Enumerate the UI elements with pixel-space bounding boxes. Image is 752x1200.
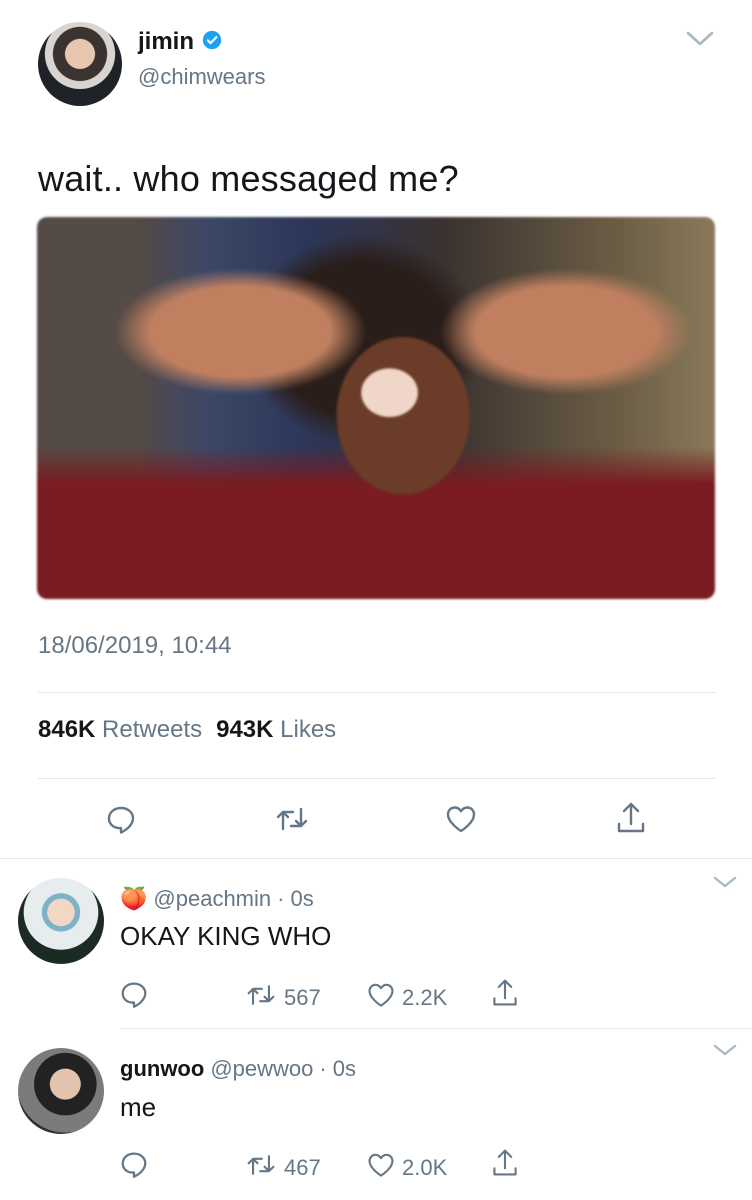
author-row: jimin xyxy=(138,28,222,56)
reply-display-name[interactable]: gunwoo xyxy=(120,1056,204,1082)
divider xyxy=(38,692,716,693)
reply-icon[interactable] xyxy=(118,1148,152,1182)
avatar[interactable] xyxy=(38,22,122,106)
reply-time[interactable]: 0s xyxy=(333,1056,356,1082)
retweet-icon xyxy=(244,980,278,1016)
share-icon[interactable] xyxy=(490,976,524,1010)
reply-icon[interactable] xyxy=(104,802,138,836)
reply-handle[interactable]: @peachmin xyxy=(153,886,271,912)
reply-icon[interactable] xyxy=(118,978,152,1012)
retweet-count: 467 xyxy=(284,1155,321,1180)
share-icon[interactable] xyxy=(490,1146,524,1180)
reply-avatar[interactable] xyxy=(18,878,104,964)
retweet-count: 567 xyxy=(284,985,321,1010)
divider xyxy=(0,858,752,859)
retweet-icon[interactable] xyxy=(274,802,308,836)
like-action[interactable]: 2.0K xyxy=(366,1150,447,1186)
reply-text: me xyxy=(120,1092,157,1122)
peach-emoji-icon: 🍑 xyxy=(120,886,148,911)
like-icon[interactable] xyxy=(444,802,478,836)
divider xyxy=(38,778,716,779)
separator-dot: · xyxy=(277,886,285,911)
reply-text: OKAY KING WHO xyxy=(120,921,332,951)
retweets-count: 846K xyxy=(38,716,96,743)
verified-badge-icon xyxy=(202,30,222,55)
separator-dot: · xyxy=(319,1056,327,1081)
reply-header: 🍑 @peachmin · 0s xyxy=(120,886,314,912)
retweets-label: Retweets xyxy=(102,716,203,743)
display-name[interactable]: jimin xyxy=(138,28,194,56)
tweet-text: wait.. who messaged me? xyxy=(38,158,459,199)
retweets-stat[interactable]: 846K Retweets xyxy=(38,716,202,744)
reply-avatar[interactable] xyxy=(18,1048,104,1134)
tweet-media-image[interactable] xyxy=(37,217,715,599)
like-count: 2.0K xyxy=(402,1155,448,1180)
divider xyxy=(120,1028,752,1029)
likes-count: 943K xyxy=(216,716,274,743)
like-count: 2.2K xyxy=(402,985,448,1010)
retweet-action[interactable]: 467 xyxy=(244,1150,321,1186)
like-action[interactable]: 2.2K xyxy=(366,980,447,1016)
chevron-down-icon[interactable] xyxy=(710,1040,740,1062)
like-icon xyxy=(366,1150,396,1186)
chevron-down-icon[interactable] xyxy=(710,872,740,894)
tweet-stats: 846K Retweets 943K Likes xyxy=(38,716,336,744)
like-icon xyxy=(366,980,396,1016)
share-icon[interactable] xyxy=(614,800,648,834)
retweet-action[interactable]: 567 xyxy=(244,980,321,1016)
chevron-down-icon[interactable] xyxy=(682,24,718,54)
author-handle[interactable]: @chimwears xyxy=(138,64,265,90)
reply-handle[interactable]: @pewwoo xyxy=(210,1056,313,1082)
retweet-icon xyxy=(244,1150,278,1186)
likes-label: Likes xyxy=(280,716,337,743)
reply-header: gunwoo @pewwoo · 0s xyxy=(120,1056,356,1082)
reply-time[interactable]: 0s xyxy=(290,886,313,912)
tweet-timestamp[interactable]: 18/06/2019, 10:44 xyxy=(38,632,232,660)
likes-stat[interactable]: 943K Likes xyxy=(216,716,336,744)
